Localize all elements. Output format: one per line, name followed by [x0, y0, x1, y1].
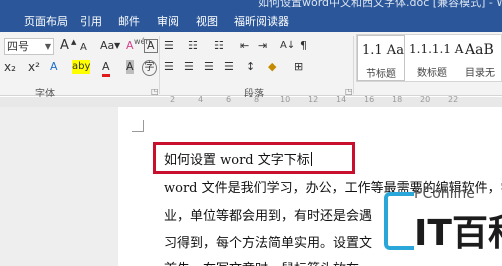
text-effects-button[interactable]: A [50, 60, 58, 74]
chevron-down-icon: ▼ [114, 41, 121, 50]
style-sample: 1.1 Aa [362, 43, 404, 58]
sort-button[interactable]: A↓ [280, 39, 295, 53]
style-item-section-heading[interactable]: 1.1 Aa 节标题 [357, 35, 405, 81]
clear-format-button[interactable]: A [126, 39, 134, 53]
ruler-mark: 8 [254, 95, 260, 104]
ruler-mark: 10 [280, 95, 291, 104]
subscript-button[interactable]: x₂ [4, 60, 16, 74]
tab-foxit-reader[interactable]: 福昕阅读器 [234, 13, 289, 29]
style-sample: 1.1.1.1 A [409, 42, 464, 56]
ruler-mark: 2 [170, 95, 176, 104]
styles-gallery: 1.1 Aa 节标题 1.1.1.1 A 数标题 AaB 目录无 [356, 34, 502, 82]
change-case-button[interactable]: Aa [100, 39, 114, 53]
char-shading-button[interactable]: A [126, 60, 134, 74]
line-spacing-icon[interactable]: ↕ [246, 60, 255, 74]
title-bar: 如何设置word中文和西文字体.doc [兼容模式] - Word [0, 0, 502, 8]
superscript-button[interactable]: x² [28, 60, 40, 74]
tab-mailings[interactable]: 邮件 [118, 13, 140, 29]
style-name: 数标题 [417, 68, 447, 79]
ruler-mark: 16 [364, 95, 375, 104]
chevron-down-icon: ▼ [44, 42, 51, 51]
paragraph-line[interactable]: 习得到，每个方法简单实用。设置文 [164, 232, 372, 251]
font-size-combo[interactable]: 四号 ▼ [4, 38, 54, 55]
bullets-icon[interactable]: ☰ [164, 39, 174, 53]
shading-icon[interactable]: ◆ [268, 60, 276, 74]
watermark-title: IT百科 [414, 213, 502, 254]
style-item-number-heading[interactable]: 1.1.1.1 A 数标题 [405, 35, 464, 81]
tab-layout[interactable]: 页面布局 [24, 13, 68, 29]
dialog-launcher-icon[interactable]: ◳ [151, 87, 159, 96]
watermark-brand: PConline [414, 186, 475, 202]
tab-review[interactable]: 审阅 [157, 13, 179, 29]
align-center-icon[interactable]: ☰ [184, 60, 194, 74]
style-name: 目录无 [465, 68, 495, 79]
ruler-mark: 12 [308, 95, 319, 104]
caret-up-icon: ▲ [71, 38, 77, 46]
horizontal-ruler[interactable]: 2 4 6 8 10 12 14 16 18 20 22 [0, 95, 502, 107]
group-separator [353, 36, 354, 94]
pconline-watermark: PConline IT百科 [384, 168, 502, 266]
window-title: 如何设置word中文和西文字体.doc [兼容模式] - Word [258, 0, 502, 8]
char-border-button[interactable]: A [144, 39, 158, 53]
show-marks-button[interactable]: ¶ [300, 39, 307, 53]
align-right-icon[interactable]: ☰ [204, 60, 214, 74]
paragraph-line[interactable]: 首先，在写文章时，鼠标箭头放在 [164, 258, 359, 266]
margin-corner-mark [143, 120, 144, 132]
highlight-box [153, 142, 355, 174]
tab-view[interactable]: 视图 [196, 13, 218, 29]
ruler-mark: 18 [392, 95, 403, 104]
ruler-mark: 14 [336, 95, 347, 104]
ruler-mark: 22 [448, 95, 459, 104]
paragraph-line[interactable]: 业，单位等都会用到，有时还是会遇 [164, 205, 372, 224]
font-size-value: 四号 [7, 40, 29, 53]
multilevel-list-icon[interactable]: ☷ [214, 39, 224, 53]
group-separator [159, 36, 160, 94]
logo-bracket-icon [384, 192, 414, 250]
ribbon-tab-bar: 页面布局 引用 邮件 审阅 视图 福昕阅读器 [0, 8, 502, 32]
increase-indent-icon[interactable]: ⇥ [258, 39, 267, 53]
ruler-mark: 4 [198, 95, 204, 104]
highlight-button[interactable]: aby [72, 60, 91, 74]
shrink-font-button[interactable]: A [80, 41, 87, 55]
numbering-icon[interactable]: ☷ [188, 39, 198, 53]
style-name: 节标题 [366, 69, 396, 80]
style-item-toc[interactable]: AaB 目录无 [461, 35, 502, 81]
grow-font-button[interactable]: A [60, 39, 69, 53]
justify-icon[interactable]: ☰ [224, 60, 234, 74]
align-left-icon[interactable]: ☰ [164, 60, 174, 74]
borders-icon[interactable]: ⊞ [294, 60, 303, 74]
style-sample: AaB [465, 42, 494, 58]
enclose-char-button[interactable]: 字 [142, 60, 157, 76]
ruler-mark: 20 [420, 95, 431, 104]
decrease-indent-icon[interactable]: ⇤ [240, 39, 249, 53]
font-color-button[interactable]: A [102, 60, 110, 77]
tab-references[interactable]: 引用 [80, 13, 102, 29]
ruler-mark: 6 [226, 95, 232, 104]
